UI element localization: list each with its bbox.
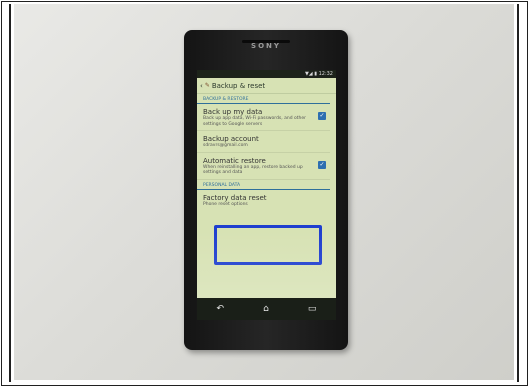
setting-factory-data-reset[interactable]: Factory data reset Phone reset options (197, 190, 330, 211)
photo: SONY ▼◢ ▮ 12:32 ‹ ✎ Backup & reset BACKU… (14, 4, 514, 380)
checkbox-checked-icon[interactable]: ✓ (318, 112, 326, 120)
back-icon[interactable]: ↶ (217, 304, 225, 314)
frame-right-bar (517, 4, 519, 382)
setting-title: Automatic restore (203, 156, 266, 165)
setting-subtitle: When reinstalling an app, restore backed… (203, 164, 303, 176)
setting-title: Factory data reset (203, 193, 267, 202)
setting-backup-account[interactable]: Backup account sdravrs@gmail.com (197, 131, 330, 153)
setting-subtitle: Back up app data, Wi-Fi passwords, and o… (203, 116, 307, 127)
setting-automatic-restore[interactable]: Automatic restore When reinstalling an a… (197, 153, 330, 180)
phone-screen: ▼◢ ▮ 12:32 ‹ ✎ Backup & reset BACKUP & R… (197, 70, 336, 320)
action-bar: ‹ ✎ Backup & reset (197, 78, 336, 94)
frame-left-bar (9, 4, 11, 382)
phone: SONY ▼◢ ▮ 12:32 ‹ ✎ Backup & reset BACKU… (184, 30, 348, 350)
setting-subtitle: sdravrs@gmail.com (203, 143, 248, 148)
recent-apps-icon[interactable]: ▭ (308, 304, 317, 314)
settings-icon: ✎ (204, 82, 210, 89)
setting-title: Backup account (203, 135, 259, 143)
setting-back-up-my-data[interactable]: Back up my data Back up app data, Wi-Fi … (197, 104, 330, 131)
setting-title: Back up my data (203, 108, 263, 116)
navigation-bar: ↶ ⌂ ▭ (197, 298, 336, 320)
signal-icon: ▼◢ ▮ (304, 71, 317, 77)
checkbox-checked-icon[interactable]: ✓ (318, 160, 326, 169)
section-header-backup: BACKUP & RESTORE (197, 94, 330, 104)
highlight-box (214, 225, 322, 265)
home-icon[interactable]: ⌂ (263, 304, 269, 314)
setting-subtitle: Phone reset options (203, 201, 248, 207)
back-arrow-icon[interactable]: ‹ (200, 82, 203, 90)
brand-logo: SONY (251, 42, 281, 50)
screen-title: Backup & reset (211, 81, 266, 90)
status-time: 12:32 (318, 71, 333, 77)
status-bar: ▼◢ ▮ 12:32 (197, 70, 336, 78)
section-header-personal: PERSONAL DATA (197, 180, 330, 190)
